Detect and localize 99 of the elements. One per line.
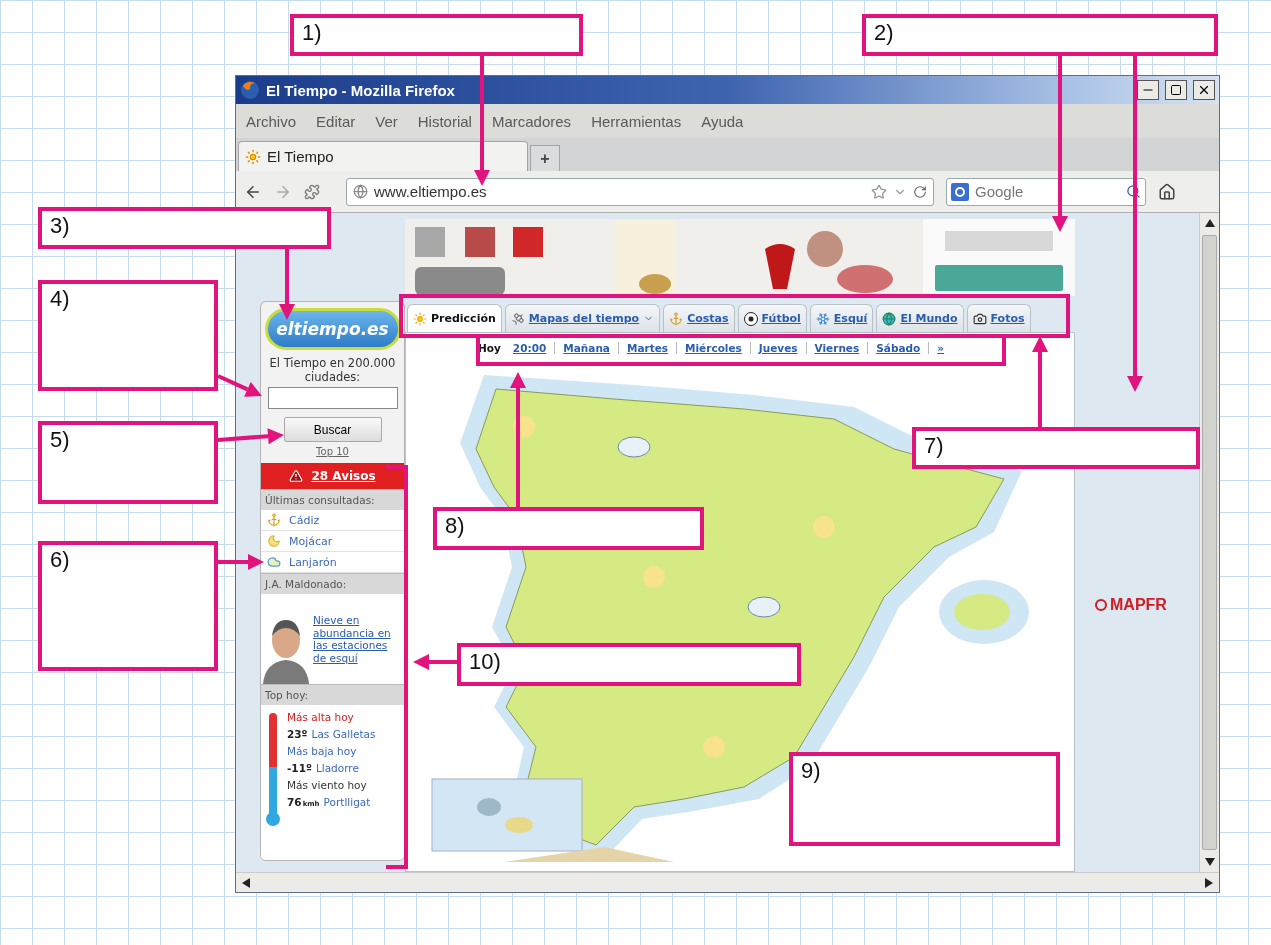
site-tab[interactable]: Esquí — [809, 304, 874, 332]
pointer-arrow — [217, 374, 262, 397]
site-tab[interactable]: Mapas del tiempo — [504, 304, 661, 332]
close-icon — [1197, 83, 1211, 97]
more-link[interactable]: » — [928, 342, 952, 354]
annotation-box: 4) — [38, 280, 218, 391]
window-title: El Tiempo - Mozilla Firefox — [266, 81, 456, 99]
sun-icon — [245, 148, 261, 165]
left-arrow-icon — [242, 878, 250, 888]
top-title: Más viento hoy — [287, 779, 368, 791]
warning-icon — [289, 469, 304, 483]
time-link[interactable]: 20:00 — [504, 342, 555, 354]
place-link[interactable]: Las Galletas — [311, 728, 376, 740]
menu-item[interactable]: Ver — [375, 112, 398, 130]
alerts-link[interactable]: 28 Avisos — [311, 469, 376, 483]
place-link[interactable]: Lladorre — [315, 762, 359, 774]
satellite-icon — [510, 311, 525, 326]
site-tab[interactable]: El Mundo — [876, 304, 964, 332]
annotation-box: 9) — [789, 752, 1060, 846]
up-arrow-icon — [1205, 219, 1215, 227]
pointer-arrow — [279, 249, 295, 320]
pointer-arrow — [217, 428, 284, 445]
globe-icon — [882, 311, 897, 326]
annotation-box: 5) — [38, 421, 218, 504]
day-link[interactable]: Jueves — [749, 342, 806, 354]
section-header: Top hoy: — [261, 684, 404, 705]
top-title: Más alta hoy — [287, 711, 355, 723]
star-icon[interactable] — [871, 183, 887, 200]
place-link[interactable]: Portlligat — [323, 796, 371, 808]
site-logo[interactable]: eltiempo.es — [264, 308, 401, 350]
browser-tab[interactable]: El Tiempo — [238, 141, 528, 171]
city-link[interactable]: Mojácar — [289, 534, 333, 548]
city-link[interactable]: Cádiz — [289, 513, 320, 527]
city-input[interactable] — [267, 387, 398, 409]
camera-icon — [972, 311, 987, 326]
pointer-arrow — [413, 654, 457, 670]
cloud-icon — [267, 555, 281, 569]
menu-item[interactable]: Ayuda — [701, 112, 744, 130]
horizontal-scrollbar[interactable] — [236, 872, 1219, 892]
sun-icon — [413, 311, 427, 326]
brand-icon — [1095, 599, 1107, 611]
ball-icon — [743, 311, 758, 326]
moon-icon — [267, 534, 281, 548]
search-engine-icon — [951, 182, 969, 201]
annotation-box: 1) — [290, 14, 583, 56]
anchor-icon — [669, 311, 684, 326]
down-arrow-icon — [1205, 858, 1215, 866]
maximize-icon — [1170, 84, 1182, 96]
annotation-box: 7) — [912, 427, 1200, 469]
city-link[interactable]: Lanjarón — [289, 555, 337, 569]
section-header: Últimas consultadas: — [261, 489, 404, 510]
address-field[interactable]: www.eltiempo.es — [346, 177, 934, 206]
home-icon[interactable] — [1158, 182, 1176, 201]
pointer-arrow — [218, 554, 264, 570]
globe-icon — [353, 184, 368, 199]
top-value: 76 — [287, 796, 302, 808]
close-button[interactable] — [1193, 80, 1215, 100]
search-box[interactable]: Google — [946, 177, 1146, 206]
new-tab-button[interactable]: + — [530, 145, 560, 171]
day-link[interactable]: Mañana — [554, 342, 618, 354]
menu-item[interactable]: Marcadores — [491, 112, 572, 130]
thermometer-icon — [265, 711, 281, 829]
search-button[interactable]: Buscar — [283, 417, 382, 442]
reload-icon[interactable] — [913, 184, 927, 199]
annotation-box: 2) — [862, 14, 1218, 56]
menu-item[interactable]: Archivo — [246, 112, 297, 130]
search-icon[interactable] — [1126, 184, 1141, 199]
minimize-button[interactable] — [1137, 80, 1159, 100]
ad-brand[interactable]: MAPFR — [1110, 596, 1167, 614]
day-link[interactable]: Miércoles — [676, 342, 750, 354]
snowflake-icon — [815, 311, 830, 326]
vertical-scrollbar[interactable] — [1199, 213, 1219, 872]
site-tab[interactable]: Fotos — [966, 304, 1031, 332]
maximize-button[interactable] — [1165, 80, 1187, 100]
day-link[interactable]: Martes — [617, 342, 677, 354]
annotation-box: 6) — [38, 541, 218, 671]
menu-item[interactable]: Historial — [417, 112, 472, 130]
search-prompt: El Tiempo en 200.000 ciudades: — [268, 356, 397, 384]
menu-item[interactable]: Editar — [316, 112, 356, 130]
top-link[interactable]: Top 10 — [316, 446, 349, 457]
puzzle-icon[interactable] — [304, 183, 320, 200]
section-header: J.A. Maldonado: — [261, 573, 404, 594]
day-link[interactable]: Sábado — [867, 342, 929, 354]
day-link[interactable]: Viernes — [805, 342, 868, 354]
site-tab[interactable]: Costas — [663, 304, 735, 332]
top-title: Más baja hoy — [287, 745, 358, 757]
top-value: 23º — [287, 728, 308, 740]
url-text: www.eltiempo.es — [374, 183, 488, 200]
right-arrow-icon — [1205, 878, 1213, 888]
annotation-box: 10) — [457, 643, 801, 686]
annotation-box: 3) — [38, 207, 331, 249]
menu-item[interactable]: Herramientas — [591, 112, 682, 130]
site-tab[interactable]: Predicción — [407, 304, 502, 332]
site-tab[interactable]: Fútbol — [737, 304, 807, 332]
scroll-thumb[interactable] — [1202, 235, 1217, 850]
annotation-box: 8) — [433, 507, 704, 550]
fox-globe-icon — [240, 80, 260, 100]
top-value: -11º — [287, 762, 312, 774]
anchor-icon — [267, 513, 281, 527]
